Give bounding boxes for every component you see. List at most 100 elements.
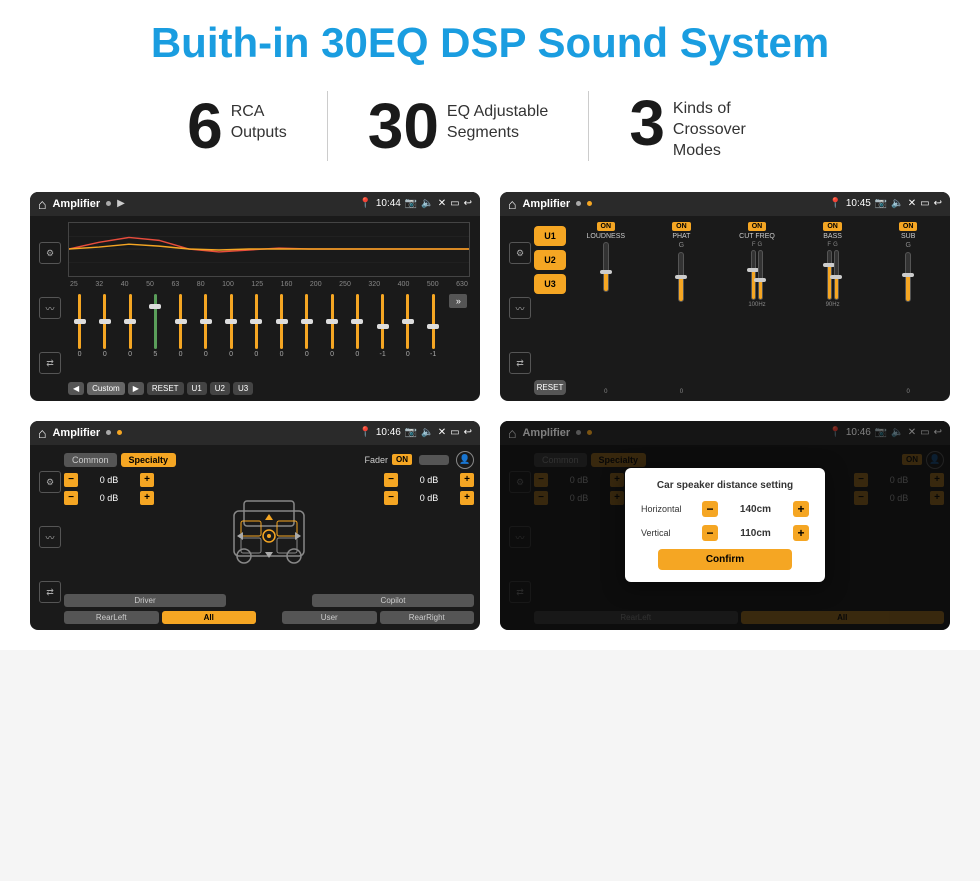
db-control-bl: − 0 dB + (64, 491, 154, 505)
eq-sidebar-icon-2[interactable]: 〰 (39, 297, 61, 319)
rearleft-btn[interactable]: RearLeft (64, 611, 159, 624)
eq-slider-6[interactable]: 0 (220, 294, 243, 374)
eq-slider-1[interactable]: 0 (93, 294, 116, 374)
db-br-plus[interactable]: + (460, 491, 474, 505)
back-icon[interactable]: ↩ (464, 198, 472, 209)
eq-slider-12[interactable]: -1 (371, 294, 394, 374)
eq-slider-4[interactable]: 0 (169, 294, 192, 374)
eq-slider-0[interactable]: 0 (68, 294, 91, 374)
cutfreq-on[interactable]: ON (748, 222, 767, 231)
specialty-tab[interactable]: Specialty (121, 453, 177, 467)
fader-bottom-btns-2: RearLeft All User RearRight (64, 611, 474, 624)
vertical-plus-btn[interactable]: + (793, 525, 809, 541)
freq-125: 125 (251, 281, 263, 288)
crossover-reset[interactable]: RESET (534, 380, 566, 395)
home-icon[interactable]: ⌂ (38, 196, 46, 212)
profile-icon[interactable]: 👤 (456, 451, 474, 469)
db-tl-minus[interactable]: − (64, 473, 78, 487)
fader-right-controls: − 0 dB + − 0 dB + (384, 473, 474, 590)
stat-crossover-label: Kinds ofCrossover Modes (673, 91, 793, 161)
eq-slider-14[interactable]: -1 (422, 294, 445, 374)
horizontal-plus-btn[interactable]: + (793, 501, 809, 517)
fader-sidebar-icon-2[interactable]: 〰 (39, 526, 61, 548)
sub-on[interactable]: ON (899, 222, 918, 231)
crossover-u1[interactable]: U1 (534, 226, 566, 246)
db-tr-plus[interactable]: + (460, 473, 474, 487)
x-icon: ✕ (438, 198, 446, 209)
sub-slider[interactable] (905, 252, 911, 387)
freq-63: 63 (171, 281, 179, 288)
home-icon-2[interactable]: ⌂ (508, 196, 516, 212)
dialog-horizontal-row: Horizontal − 140cm + (641, 501, 809, 517)
eq-slider-3[interactable]: 5 (144, 294, 167, 374)
horizontal-minus-btn[interactable]: − (702, 501, 718, 517)
user-btn[interactable]: User (282, 611, 377, 624)
eq-slider-5[interactable]: 0 (194, 294, 217, 374)
common-tab[interactable]: Common (64, 453, 117, 467)
copilot-btn[interactable]: Copilot (312, 594, 474, 607)
freq-500: 500 (427, 281, 439, 288)
phat-on[interactable]: ON (672, 222, 691, 231)
eq-slider-7[interactable]: 0 (245, 294, 268, 374)
bass-slider-g[interactable] (834, 250, 839, 300)
eq-slider-13[interactable]: 0 (396, 294, 419, 374)
eq-slider-11[interactable]: 0 (346, 294, 369, 374)
cutfreq-slider-f[interactable] (751, 250, 756, 300)
fader-on-badge[interactable]: ON (392, 454, 412, 465)
eq-status-bar: ⌂ Amplifier ▶ 📍 10:44 📷 🔈 ✕ ▭ ↩ (30, 192, 480, 216)
crossover-u3[interactable]: U3 (534, 274, 566, 294)
eq-prev-btn[interactable]: ◀ (68, 382, 84, 395)
rearright-btn[interactable]: RearRight (380, 611, 475, 624)
db-br-minus[interactable]: − (384, 491, 398, 505)
dialog-vertical-row: Vertical − 110cm + (641, 525, 809, 541)
loudness-slider[interactable] (603, 242, 609, 387)
home-icon-3[interactable]: ⌂ (38, 425, 46, 441)
crossover-sidebar-icon-3[interactable]: ⇄ (509, 352, 531, 374)
cutfreq-slider-g[interactable] (758, 250, 763, 300)
expand-btn[interactable]: » (447, 294, 470, 374)
all-btn[interactable]: All (162, 611, 257, 624)
back-icon-3[interactable]: ↩ (464, 427, 472, 438)
freq-630: 630 (456, 281, 468, 288)
dialog-overlay: Car speaker distance setting Horizontal … (500, 421, 950, 630)
crossover-sidebar-icon-1[interactable]: ⚙ (509, 242, 531, 264)
eq-sliders: 0 0 0 5 (68, 290, 470, 379)
eq-u3-btn[interactable]: U3 (233, 382, 253, 395)
confirm-button[interactable]: Confirm (658, 549, 792, 570)
stat-crossover-number: 3 (629, 91, 665, 155)
eq-reset-btn[interactable]: RESET (147, 382, 184, 395)
crossover-u2[interactable]: U2 (534, 250, 566, 270)
fader-sidebar-icon-1[interactable]: ⚙ (39, 471, 61, 493)
db-bl-plus[interactable]: + (140, 491, 154, 505)
driver-btn[interactable]: Driver (64, 594, 226, 607)
loudness-on[interactable]: ON (597, 222, 616, 231)
location-icon-2: 📍 (829, 198, 841, 209)
fader-tabs: Common Specialty Fader ON 👤 (64, 451, 474, 469)
bass-on[interactable]: ON (823, 222, 842, 231)
eq-slider-10[interactable]: 0 (321, 294, 344, 374)
db-tl-plus[interactable]: + (140, 473, 154, 487)
fader-sidebar-icon-3[interactable]: ⇄ (39, 581, 61, 603)
eq-u2-btn[interactable]: U2 (210, 382, 230, 395)
camera-icon-3: 📷 (405, 427, 417, 438)
eq-slider-9[interactable]: 0 (295, 294, 318, 374)
ch-bass: ON BASS FG (797, 222, 869, 395)
phat-slider[interactable] (678, 252, 684, 387)
db-bl-minus[interactable]: − (64, 491, 78, 505)
eq-custom-btn[interactable]: Custom (87, 382, 125, 395)
eq-slider-2[interactable]: 0 (119, 294, 142, 374)
db-tr-minus[interactable]: − (384, 473, 398, 487)
eq-u1-btn[interactable]: U1 (187, 382, 207, 395)
ch-phat: ON PHAT G 0 (646, 222, 718, 395)
crossover-sidebar-icon-2[interactable]: 〰 (509, 297, 531, 319)
location-icon: 📍 (359, 198, 371, 209)
eq-sidebar-icon-3[interactable]: ⇄ (39, 352, 61, 374)
sub-nums: 0 (907, 389, 910, 395)
freq-400: 400 (398, 281, 410, 288)
vertical-minus-btn[interactable]: − (702, 525, 718, 541)
eq-slider-8[interactable]: 0 (270, 294, 293, 374)
eq-sidebar-icon-1[interactable]: ⚙ (39, 242, 61, 264)
eq-next-btn[interactable]: ▶ (128, 382, 144, 395)
back-icon-2[interactable]: ↩ (934, 198, 942, 209)
x-icon-2: ✕ (908, 198, 916, 209)
